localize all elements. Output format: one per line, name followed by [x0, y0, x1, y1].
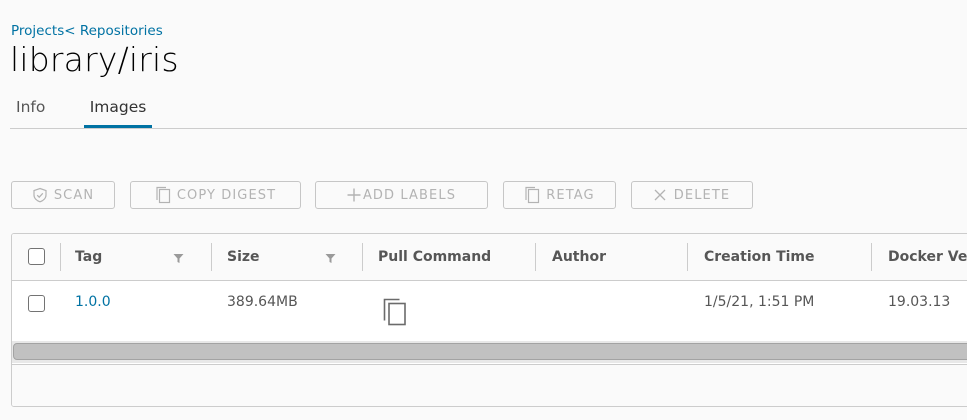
- tab-info[interactable]: Info: [16, 88, 45, 126]
- copy-icon: [156, 186, 170, 204]
- column-header-creation-time[interactable]: Creation Time: [704, 234, 815, 280]
- tab-images[interactable]: Images: [84, 88, 152, 128]
- delete-label: DELETE: [673, 187, 731, 203]
- column-header-docker-version[interactable]: Docker Ver: [888, 234, 967, 280]
- breadcrumb-projects[interactable]: Projects: [11, 23, 64, 39]
- add-labels-label: ADD LABELS: [362, 187, 457, 203]
- plus-icon: [347, 188, 361, 202]
- select-all-checkbox[interactable]: [28, 248, 45, 265]
- scrollbar-thumb[interactable]: [13, 343, 967, 360]
- images-datagrid: Tag Size Pull Command Author Creation Ti…: [11, 233, 967, 407]
- column-separator: [871, 243, 872, 271]
- column-separator: [687, 243, 688, 271]
- shield-check-icon: [33, 187, 47, 203]
- column-header-size[interactable]: Size: [227, 234, 260, 280]
- row-select-checkbox[interactable]: [28, 295, 45, 312]
- table-row: 1.0.0 389.64MB 1/5/21, 1:51 PM 19.03.13: [12, 281, 967, 341]
- docker-version-value: 19.03.13: [888, 294, 951, 310]
- column-separator: [535, 243, 536, 271]
- tab-bar: Info Images: [10, 88, 967, 129]
- datagrid-header: Tag Size Pull Command Author Creation Ti…: [12, 234, 967, 281]
- size-value: 389.64MB: [227, 294, 298, 310]
- column-header-tag[interactable]: Tag: [75, 234, 102, 280]
- column-header-author[interactable]: Author: [552, 234, 606, 280]
- copy-digest-button[interactable]: COPY DIGEST: [130, 181, 301, 209]
- copy-digest-label: COPY DIGEST: [176, 187, 277, 203]
- page-title: library/iris: [10, 40, 179, 79]
- breadcrumb-repositories[interactable]: Repositories: [80, 23, 163, 39]
- breadcrumb-separator: <: [64, 23, 80, 39]
- datagrid-footer: [12, 364, 967, 406]
- column-separator: [60, 243, 61, 271]
- tag-link[interactable]: 1.0.0: [75, 294, 111, 310]
- creation-time-value: 1/5/21, 1:51 PM: [704, 294, 815, 310]
- column-separator: [362, 243, 363, 271]
- horizontal-scrollbar[interactable]: [12, 341, 967, 363]
- delete-button[interactable]: DELETE: [631, 181, 753, 209]
- close-icon: [654, 189, 666, 201]
- breadcrumb: Projects< Repositories: [11, 23, 163, 39]
- retag-label: RETAG: [546, 187, 595, 203]
- filter-icon[interactable]: [325, 253, 336, 264]
- copy-icon: [525, 186, 540, 204]
- filter-icon[interactable]: [173, 253, 184, 264]
- retag-button[interactable]: RETAG: [503, 181, 616, 209]
- scan-button[interactable]: SCAN: [11, 181, 115, 209]
- add-labels-button[interactable]: ADD LABELS: [315, 181, 488, 209]
- copy-icon[interactable]: [382, 297, 408, 327]
- column-header-pull-command[interactable]: Pull Command: [378, 234, 491, 280]
- column-separator: [211, 243, 212, 271]
- scan-button-label: SCAN: [53, 187, 95, 203]
